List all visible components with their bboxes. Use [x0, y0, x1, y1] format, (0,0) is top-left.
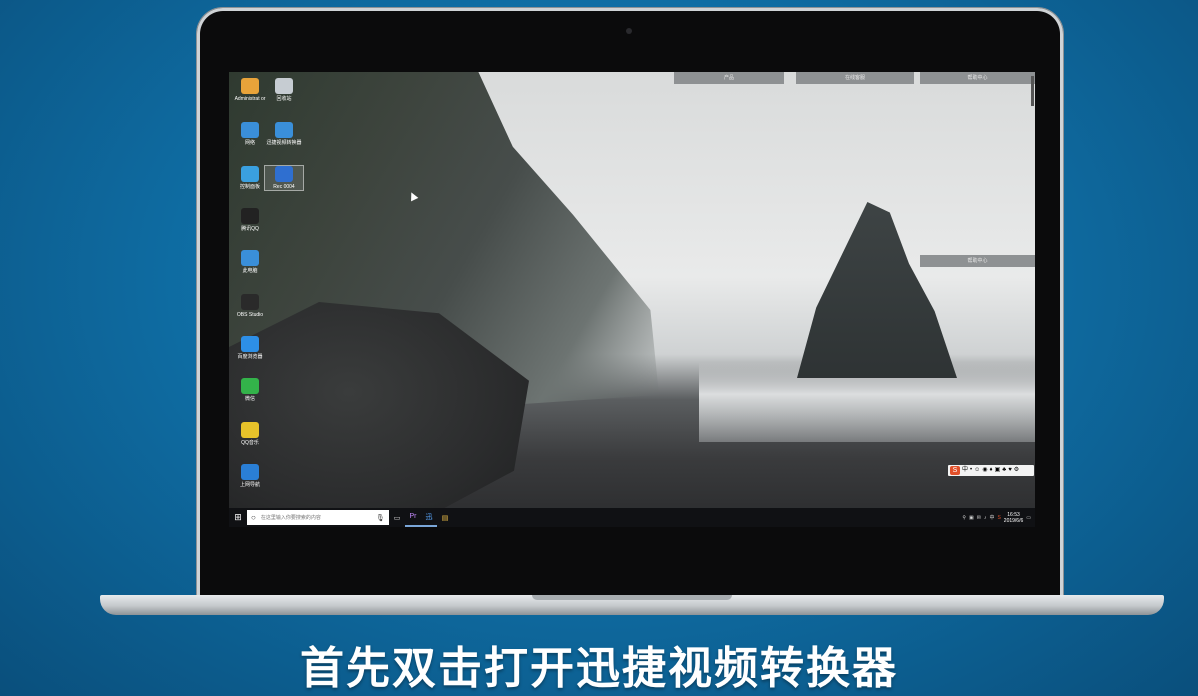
top-panel-products[interactable]: 产品: [674, 72, 784, 84]
video-converter-icon: [275, 122, 293, 138]
this-pc-icon: [241, 250, 259, 266]
desktop-icon-baidu-browser[interactable]: 百度浏览器: [231, 336, 269, 360]
laptop-base: [100, 595, 1164, 615]
desktop-icon-label: 迅捷视频转换器: [266, 140, 302, 146]
file-explorer-icon[interactable]: ▤: [437, 508, 453, 527]
ime-item[interactable]: ♣: [1002, 465, 1006, 476]
notification-icon[interactable]: ▭: [1026, 515, 1031, 521]
web-navigation-icon: [241, 464, 259, 480]
ime-item[interactable]: •: [970, 465, 972, 476]
desktop-icon-label: 网络: [244, 140, 255, 146]
video-converter-app-icon[interactable]: 迅: [421, 508, 437, 527]
top-panel-support[interactable]: 在线客服: [796, 72, 914, 84]
desktop-icon-administrator[interactable]: Administrat or: [231, 78, 269, 102]
desktop-icon-control-panel[interactable]: 控制面板: [231, 166, 269, 190]
qq-icon: [241, 208, 259, 224]
desktop-icon-wechat[interactable]: 微信: [231, 378, 269, 402]
tray-ime-icon[interactable]: S: [997, 515, 1000, 521]
start-button[interactable]: ⊞: [229, 508, 247, 527]
obs-studio-icon: [241, 294, 259, 310]
tray-app-icon[interactable]: ▣: [969, 515, 974, 521]
cortana-icon: ○: [251, 513, 256, 522]
tray-person-icon[interactable]: ⚲: [962, 515, 966, 521]
side-panel-help[interactable]: 帮助中心: [920, 255, 1035, 267]
wallpaper-sea-stack: [797, 202, 957, 378]
premiere-app-icon[interactable]: Pr: [405, 508, 421, 527]
camera: [626, 28, 632, 34]
desktop-icon-this-pc[interactable]: 此电脑: [231, 250, 269, 274]
recycle-bin-icon: [275, 78, 293, 94]
baidu-browser-icon: [241, 336, 259, 352]
desktop-icon-label: 百度浏览器: [237, 354, 263, 360]
taskbar-search-box[interactable]: ○ 🎙: [247, 510, 389, 525]
desktop-icon-label: QQ音乐: [241, 440, 259, 446]
desktop-icon-obs-studio[interactable]: OBS Studio: [231, 294, 269, 318]
desktop-icon-label: Administrat or: [234, 96, 266, 102]
microphone-icon[interactable]: 🎙: [376, 514, 385, 522]
scrollbar-thumb[interactable]: [1031, 76, 1034, 106]
desktop-icon-label: 回收站: [276, 96, 292, 102]
desktop-icon-label: OBS Studio: [236, 312, 264, 318]
wechat-icon: [241, 378, 259, 394]
desktop-icon-label: 控制面板: [239, 184, 260, 190]
desktop-icon-web-navigation[interactable]: 上网导航: [231, 464, 269, 488]
desktop-icon-qq-music[interactable]: QQ音乐: [231, 422, 269, 446]
desktop-icon-label: 微信: [244, 396, 255, 402]
clock-date: 2019/6/6: [1003, 517, 1024, 524]
desktop-icon-rec-file[interactable]: Rec 0004: [264, 165, 304, 191]
tray-network-icon[interactable]: ✉: [977, 515, 981, 521]
desktop-icon-label: 此电脑: [242, 268, 258, 274]
desktop-icon-network[interactable]: 网络: [231, 122, 269, 146]
ime-logo-icon[interactable]: S: [950, 466, 960, 475]
system-tray: ⚲ ▣ ✉ ♪ 中 S 16:53 2019/6/6 ▭: [962, 512, 1035, 524]
desktop-icon-video-converter[interactable]: 迅捷视频转换器: [265, 122, 303, 146]
ime-item[interactable]: 中: [962, 465, 968, 476]
qq-music-icon: [241, 422, 259, 438]
tray-language-indicator[interactable]: 中: [989, 514, 994, 521]
ime-item[interactable]: ⚙: [1014, 465, 1019, 476]
desktop-icon-qq[interactable]: 腾讯QQ: [231, 208, 269, 232]
rec-file-icon: [275, 166, 293, 182]
control-panel-icon: [241, 166, 259, 182]
ime-item[interactable]: ▣: [995, 465, 1001, 476]
ime-item[interactable]: ◉: [982, 465, 987, 476]
desktop-icon-label: Rec 0004: [273, 184, 295, 190]
administrator-icon: [241, 78, 259, 94]
top-panel-help[interactable]: 帮助中心: [920, 72, 1035, 84]
desktop-icon-label: 上网导航: [239, 482, 260, 488]
laptop-notch: [532, 595, 732, 600]
tray-volume-icon[interactable]: ♪: [984, 515, 987, 521]
laptop-lid: Administrat or 回收站网络 迅捷视频转换器控制面板 Rec 0004 腾讯…: [197, 8, 1063, 608]
desktop-screen: Administrat or 回收站网络 迅捷视频转换器控制面板 Rec 0004 腾讯…: [229, 72, 1035, 527]
desktop-icon-label: 腾讯QQ: [241, 226, 259, 232]
video-subtitle: 首先双击打开迅捷视频转换器: [300, 643, 898, 694]
ime-toolbar[interactable]: S 中 • ☺ ◉ ♦ ▣ ♣ ♥ ⚙: [948, 465, 1034, 476]
ime-item[interactable]: ♦: [990, 465, 993, 476]
search-input[interactable]: [258, 513, 373, 522]
network-icon: [241, 122, 259, 138]
desktop-icon-recycle-bin[interactable]: 回收站: [265, 78, 303, 102]
task-view-icon[interactable]: ▭: [389, 508, 405, 527]
taskbar-clock[interactable]: 16:53 2019/6/6: [1004, 512, 1023, 524]
ime-item[interactable]: ☺: [974, 465, 980, 476]
taskbar: ⊞ ○ 🎙 ▭ Pr 迅 ▤ ⚲ ▣ ✉ ♪ 中 S 16:53 2019/6/…: [229, 508, 1035, 527]
ime-item[interactable]: ♥: [1008, 465, 1012, 476]
